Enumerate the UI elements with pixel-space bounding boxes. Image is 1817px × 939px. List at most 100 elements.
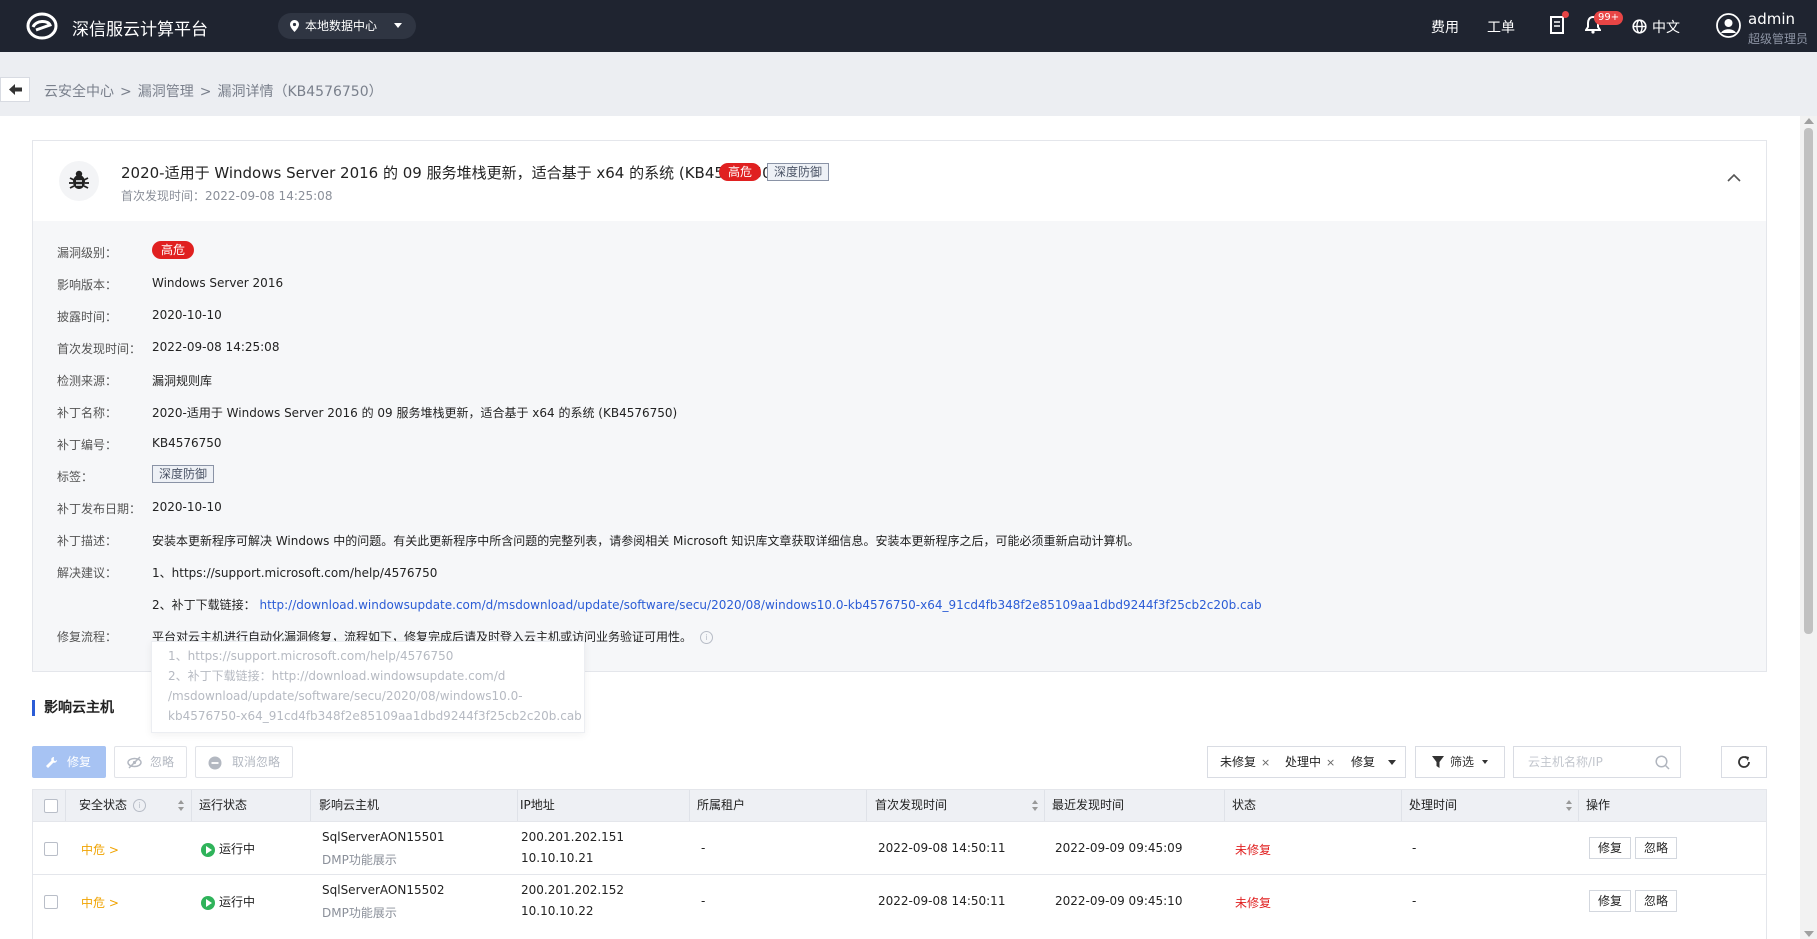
status-chip-processing[interactable]: 处理中 ×: [1285, 754, 1335, 771]
tag-badge: 深度防御: [152, 465, 215, 483]
detail-label-first-found: 首次发现时间：: [57, 342, 142, 356]
chevron-down-icon: [394, 23, 402, 28]
status-chip-unfixed[interactable]: 未修复 ×: [1220, 754, 1270, 771]
public-ip: 200.201.202.152: [521, 883, 625, 897]
host-search-box[interactable]: [1513, 746, 1681, 778]
status-chip-label: 处理中: [1285, 755, 1322, 769]
last-found-time: 2022-09-09 09:45:09: [1055, 841, 1183, 855]
tooltip-line: 2、补丁下载链接：http://download.windowsupdate.c…: [168, 669, 506, 683]
run-status: 运行中: [201, 840, 255, 857]
patch-download-link[interactable]: http://download.windowsupdate.com/d/msdo…: [259, 598, 1261, 612]
unignore-button[interactable]: 取消忽略: [195, 746, 293, 778]
row-checkbox[interactable]: [44, 895, 58, 909]
host-group: DMP功能展示: [322, 853, 397, 867]
vuln-detail-card: 2020-适用于 Windows Server 2016 的 09 服务堆栈更新…: [32, 140, 1767, 672]
row-repair-button[interactable]: 修复: [1589, 837, 1632, 859]
fix-status: 未修复: [1235, 896, 1272, 910]
row-ignore-button[interactable]: 忽略: [1635, 890, 1678, 912]
th-security-status: 安全状态: [79, 798, 128, 812]
row-checkbox[interactable]: [44, 842, 58, 856]
status-filter-select[interactable]: 未修复 × 处理中 × 修复: [1207, 746, 1406, 778]
private-ip: 10.10.10.21: [521, 851, 594, 865]
row-ignore-button[interactable]: 忽略: [1635, 837, 1678, 859]
scroll-down-arrow-icon[interactable]: [1804, 931, 1814, 937]
detail-label-description: 补丁描述：: [57, 534, 118, 548]
scrollbar-thumb[interactable]: [1804, 128, 1813, 634]
user-avatar-icon[interactable]: [1716, 13, 1741, 38]
status-chip-fixed[interactable]: 修复: [1351, 754, 1381, 771]
ignore-button[interactable]: 忽略: [114, 746, 187, 778]
fees-link[interactable]: 费用: [1431, 17, 1459, 37]
detail-value-tags: 深度防御: [152, 465, 215, 483]
last-found-time: 2022-09-09 09:45:10: [1055, 894, 1183, 908]
user-role: 超级管理员: [1748, 32, 1809, 46]
detail-label-source: 检测来源：: [57, 374, 118, 388]
refresh-button[interactable]: [1721, 746, 1767, 778]
minus-circle-icon: [208, 756, 222, 770]
detail-label-repair-flow: 修复流程：: [57, 630, 118, 644]
severity-badge: 高危: [719, 163, 762, 181]
column-divider: [866, 790, 867, 821]
filter-button[interactable]: 筛选: [1415, 746, 1505, 778]
detail-value-first-found: 2022-09-08 14:25:08: [152, 340, 280, 354]
table-row: 中危 > 运行中 SqlServerAON15501 DMP功能展示 200.2…: [32, 822, 1767, 875]
refresh-icon: [1738, 756, 1750, 768]
close-icon[interactable]: ×: [1326, 756, 1335, 769]
sort-icon[interactable]: [1566, 800, 1572, 811]
chevron-down-icon: [1388, 760, 1396, 765]
language-switch[interactable]: 中文: [1652, 17, 1680, 37]
info-icon[interactable]: i: [700, 631, 714, 644]
detail-label-affected-version: 影响版本：: [57, 278, 118, 292]
column-divider: [1044, 790, 1045, 821]
scroll-up-arrow-icon[interactable]: [1804, 118, 1814, 124]
breadcrumb-item-security-center[interactable]: 云安全中心: [44, 84, 114, 100]
tenant: -: [701, 894, 706, 908]
column-divider: [310, 790, 311, 821]
close-icon[interactable]: ×: [1261, 756, 1270, 769]
detail-value-patch-name: 2020-适用于 Windows Server 2016 的 09 服务堆栈更新…: [152, 406, 678, 420]
arrow-left-icon: [9, 84, 22, 95]
sort-icon[interactable]: [1032, 800, 1038, 811]
download-link-label: 2、补丁下载链接：: [152, 598, 256, 612]
row-repair-button[interactable]: 修复: [1589, 890, 1632, 912]
breadcrumb-item-vuln-management[interactable]: 漏洞管理: [138, 84, 194, 100]
user-name[interactable]: admin: [1748, 10, 1795, 28]
detail-value-level: 高危: [152, 241, 195, 259]
select-all-checkbox[interactable]: [44, 799, 58, 813]
top-navigation-bar: 深信服云计算平台 本地数据中心 费用 工单 99+ 中文 admin 超级管理员: [0, 0, 1817, 52]
wrench-icon: [46, 757, 57, 768]
platform-brand-title: 深信服云计算平台: [72, 20, 208, 40]
detail-label-patch-name: 补丁名称：: [57, 406, 118, 420]
column-divider: [65, 790, 66, 821]
detail-label-level: 漏洞级别：: [57, 246, 118, 260]
search-icon[interactable]: [1655, 755, 1670, 770]
task-document-icon[interactable]: [1550, 16, 1564, 34]
table-row: 中危 > 运行中 SqlServerAON15502 DMP功能展示 200.2…: [32, 875, 1767, 939]
risk-level-link[interactable]: 中危 >: [81, 894, 119, 911]
host-search-input[interactable]: [1526, 754, 1650, 770]
column-divider: [1224, 790, 1225, 821]
run-status-label: 运行中: [219, 895, 256, 909]
th-handled-time: 处理时间: [1409, 798, 1458, 812]
column-divider: [517, 790, 518, 821]
repair-button[interactable]: 修复: [32, 746, 106, 778]
chevron-up-icon[interactable]: [1727, 173, 1741, 182]
globe-icon: [1632, 19, 1647, 34]
task-alert-dot: [1562, 11, 1569, 18]
first-found-time: 首次发现时间：2022-09-08 14:25:08: [121, 189, 333, 203]
funnel-icon: [1432, 756, 1444, 768]
detail-label-release-date: 补丁发布日期：: [57, 502, 142, 516]
host-name: SqlServerAON15501: [322, 830, 445, 844]
sort-icon[interactable]: [178, 800, 184, 811]
info-icon[interactable]: i: [133, 799, 146, 812]
tag-badge: 深度防御: [767, 163, 830, 181]
back-button[interactable]: [0, 77, 30, 102]
page-scrollbar[interactable]: [1800, 116, 1817, 939]
eye-off-icon: [127, 756, 142, 769]
affected-hosts-title: 影响云主机: [32, 700, 114, 716]
risk-level-link[interactable]: 中危 >: [81, 841, 119, 858]
tickets-link[interactable]: 工单: [1487, 17, 1515, 37]
detail-label-disclosure-time: 披露时间：: [57, 310, 118, 324]
datacenter-select[interactable]: 本地数据中心: [278, 13, 416, 39]
first-found-time: 2022-09-08 14:50:11: [878, 894, 1006, 908]
